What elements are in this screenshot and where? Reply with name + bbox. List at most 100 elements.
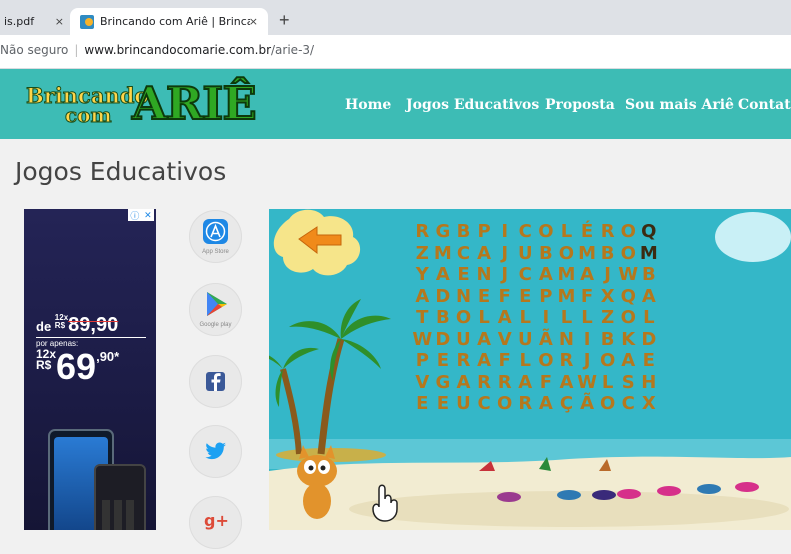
ad-choices-icon[interactable]: ⓘ ✕: [128, 209, 154, 221]
grid-letter[interactable]: V: [494, 329, 515, 351]
grid-letter[interactable]: L: [577, 307, 598, 329]
grid-letter[interactable]: M: [577, 243, 598, 265]
grid-letter[interactable]: K: [618, 329, 639, 351]
grid-letter[interactable]: D: [433, 286, 454, 308]
grid-letter[interactable]: M: [639, 243, 660, 265]
grid-letter[interactable]: A: [515, 372, 536, 394]
grid-letter[interactable]: C: [474, 393, 495, 415]
grid-letter[interactable]: U: [453, 393, 474, 415]
nav-sou-mais-arie[interactable]: Sou mais Ariê: [625, 97, 734, 113]
grid-letter[interactable]: Z: [597, 307, 618, 329]
grid-letter[interactable]: H: [639, 372, 660, 394]
grid-letter[interactable]: B: [536, 243, 557, 265]
grid-letter[interactable]: Q: [618, 286, 639, 308]
facebook-button[interactable]: [189, 355, 242, 408]
grid-letter[interactable]: R: [474, 372, 495, 394]
grid-letter[interactable]: R: [597, 221, 618, 243]
word-search-grid[interactable]: RGBPICOLÉROQZMCAJUBOMBOMYAENJCAMAJWBADNE…: [412, 221, 659, 415]
grid-letter[interactable]: J: [494, 243, 515, 265]
grid-letter[interactable]: A: [453, 372, 474, 394]
address-text[interactable]: Não seguro | www.brincandocomarie.com.br/a…: [0, 43, 314, 57]
security-indicator[interactable]: Não seguro: [0, 43, 68, 57]
grid-letter[interactable]: B: [597, 329, 618, 351]
nav-jogos-educativos[interactable]: Jogos Educativos: [406, 97, 539, 113]
grid-letter[interactable]: W: [618, 264, 639, 286]
grid-letter[interactable]: U: [515, 329, 536, 351]
grid-letter[interactable]: F: [494, 286, 515, 308]
grid-letter[interactable]: N: [474, 264, 495, 286]
grid-letter[interactable]: W: [412, 329, 433, 351]
google-plus-button[interactable]: g+: [189, 496, 242, 549]
grid-letter[interactable]: D: [639, 329, 660, 351]
grid-letter[interactable]: I: [494, 221, 515, 243]
grid-letter[interactable]: O: [618, 221, 639, 243]
grid-letter[interactable]: L: [474, 307, 495, 329]
nav-home[interactable]: Home: [345, 97, 391, 113]
grid-letter[interactable]: C: [618, 393, 639, 415]
grid-letter[interactable]: I: [536, 307, 557, 329]
grid-letter[interactable]: Y: [412, 264, 433, 286]
grid-letter[interactable]: B: [639, 264, 660, 286]
new-tab-button[interactable]: +: [279, 11, 290, 29]
grid-letter[interactable]: N: [453, 286, 474, 308]
grid-letter[interactable]: L: [515, 307, 536, 329]
grid-letter[interactable]: A: [474, 243, 495, 265]
grid-letter[interactable]: J: [597, 264, 618, 286]
grid-letter[interactable]: Ã: [536, 329, 557, 351]
grid-letter[interactable]: O: [494, 393, 515, 415]
grid-letter[interactable]: Ç: [556, 393, 577, 415]
grid-letter[interactable]: E: [412, 393, 433, 415]
grid-letter[interactable]: I: [577, 329, 598, 351]
site-logo[interactable]: Brincando com ARIÊ: [25, 76, 276, 131]
grid-letter[interactable]: M: [556, 264, 577, 286]
address-bar[interactable]: Não seguro | www.brincandocomarie.com.br/a…: [0, 35, 791, 69]
twitter-button[interactable]: [189, 425, 242, 478]
grid-letter[interactable]: A: [639, 286, 660, 308]
grid-letter[interactable]: R: [412, 221, 433, 243]
grid-letter[interactable]: T: [412, 307, 433, 329]
nav-proposta[interactable]: Proposta: [545, 97, 615, 113]
close-tab-icon[interactable]: ×: [55, 15, 64, 28]
app-store-button[interactable]: App Store: [189, 210, 242, 263]
grid-letter[interactable]: O: [618, 307, 639, 329]
grid-letter[interactable]: E: [515, 286, 536, 308]
grid-letter[interactable]: L: [597, 372, 618, 394]
grid-letter[interactable]: B: [453, 221, 474, 243]
grid-letter[interactable]: E: [474, 286, 495, 308]
grid-letter[interactable]: O: [453, 307, 474, 329]
grid-letter[interactable]: R: [453, 350, 474, 372]
grid-letter[interactable]: M: [556, 286, 577, 308]
grid-letter[interactable]: J: [577, 350, 598, 372]
grid-letter[interactable]: A: [577, 264, 598, 286]
grid-letter[interactable]: E: [639, 350, 660, 372]
grid-letter[interactable]: Z: [412, 243, 433, 265]
grid-letter[interactable]: D: [433, 329, 454, 351]
word-search-game[interactable]: RGBPICOLÉROQZMCAJUBOMBOMYAENJCAMAJWBADNE…: [269, 209, 791, 530]
grid-letter[interactable]: A: [433, 264, 454, 286]
grid-letter[interactable]: A: [556, 372, 577, 394]
grid-letter[interactable]: O: [597, 393, 618, 415]
grid-letter[interactable]: A: [536, 264, 557, 286]
grid-letter[interactable]: B: [597, 243, 618, 265]
grid-letter[interactable]: R: [556, 350, 577, 372]
advertisement[interactable]: ⓘ ✕ de 12x R$ 89,90 por apenas: 12x R$ 69,90*: [24, 209, 156, 530]
grid-letter[interactable]: X: [597, 286, 618, 308]
grid-letter[interactable]: U: [515, 243, 536, 265]
grid-letter[interactable]: A: [474, 329, 495, 351]
grid-letter[interactable]: E: [433, 393, 454, 415]
grid-letter[interactable]: E: [453, 264, 474, 286]
grid-letter[interactable]: L: [556, 307, 577, 329]
grid-letter[interactable]: O: [618, 243, 639, 265]
grid-letter[interactable]: P: [412, 350, 433, 372]
grid-letter[interactable]: Ã: [577, 393, 598, 415]
grid-letter[interactable]: F: [577, 286, 598, 308]
grid-letter[interactable]: J: [494, 264, 515, 286]
grid-letter[interactable]: O: [597, 350, 618, 372]
grid-letter[interactable]: N: [556, 329, 577, 351]
grid-letter[interactable]: M: [433, 243, 454, 265]
grid-letter[interactable]: F: [494, 350, 515, 372]
grid-letter[interactable]: G: [433, 221, 454, 243]
grid-letter[interactable]: R: [515, 393, 536, 415]
browser-tab-pdf[interactable]: is.pdf ×: [0, 8, 70, 35]
browser-tab-active[interactable]: Brincando com Ariê | Brincando c ×: [70, 8, 268, 35]
